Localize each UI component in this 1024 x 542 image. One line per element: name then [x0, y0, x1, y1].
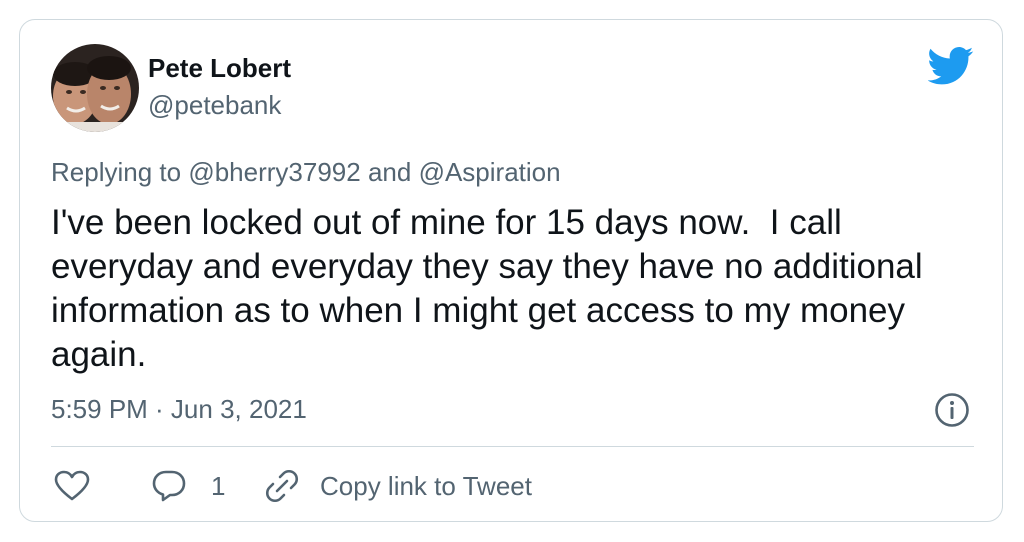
- author-handle[interactable]: @petebank: [148, 90, 281, 121]
- tweet-text: I've been locked out of mine for 15 days…: [51, 203, 933, 374]
- divider: [51, 446, 974, 447]
- reply-context: Replying to @bherry37992 and @Aspiration: [51, 157, 561, 188]
- copy-link-button[interactable]: Copy link to Tweet: [264, 466, 532, 506]
- speech-bubble-icon: [151, 468, 187, 504]
- reply-mention-2[interactable]: @Aspiration: [419, 157, 561, 187]
- tweet-timestamp[interactable]: 5:59 PM · Jun 3, 2021: [51, 394, 307, 425]
- reply-count: 1: [211, 470, 226, 501]
- info-icon[interactable]: [934, 392, 970, 428]
- reply-prefix: Replying to: [51, 157, 182, 187]
- like-button[interactable]: [54, 466, 90, 506]
- reply-mention-1[interactable]: @bherry37992: [188, 157, 360, 187]
- link-icon: [264, 468, 300, 504]
- copy-link-label: Copy link to Tweet: [320, 470, 532, 501]
- reply-conjunction: and: [367, 157, 412, 187]
- avatar[interactable]: [51, 44, 139, 132]
- author-name[interactable]: Pete Lobert: [148, 53, 291, 84]
- twitter-bird-icon[interactable]: [927, 46, 974, 86]
- tweet-card: Pete Lobert @petebank Replying to @bherr…: [19, 19, 1003, 522]
- reply-button[interactable]: 1: [151, 466, 225, 506]
- heart-icon: [54, 470, 90, 502]
